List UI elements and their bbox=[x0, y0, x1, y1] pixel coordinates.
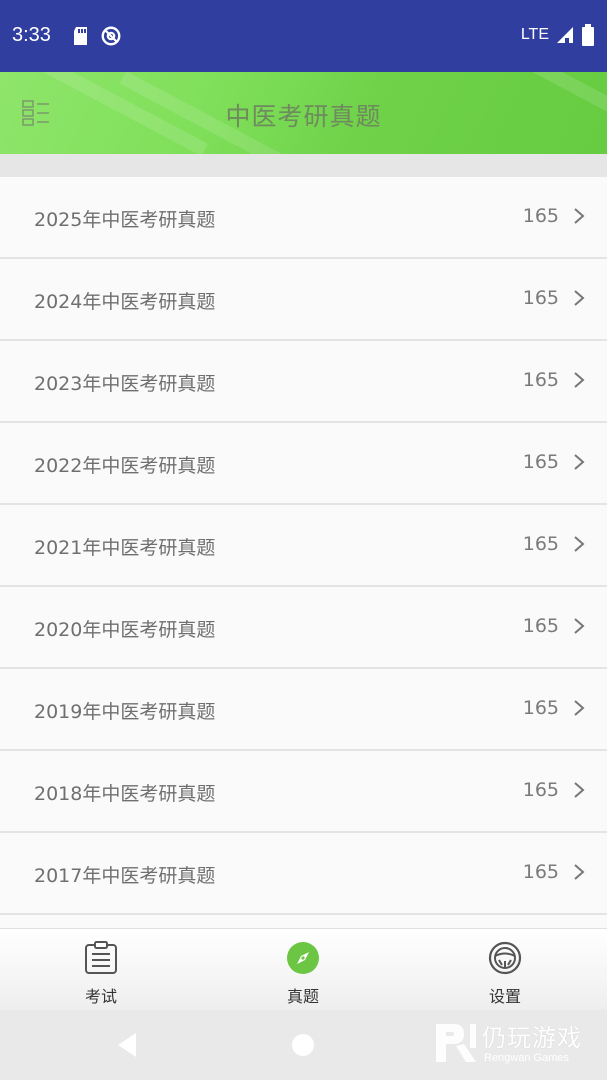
chevron-right-icon bbox=[574, 536, 585, 552]
list-item[interactable]: 2022年中医考研真题 165 bbox=[0, 423, 607, 505]
watermark-text: 仍玩游戏 bbox=[482, 1024, 582, 1052]
app-header: 中医考研真题 bbox=[0, 72, 607, 154]
question-count: 165 bbox=[522, 697, 559, 719]
list-item[interactable]: 2024年中医考研真题 165 bbox=[0, 259, 607, 341]
question-count: 165 bbox=[522, 861, 559, 883]
question-count: 165 bbox=[522, 369, 559, 391]
tab-past-papers[interactable]: 真题 bbox=[202, 929, 404, 1011]
list-item[interactable]: 2021年中医考研真题 165 bbox=[0, 505, 607, 587]
back-icon[interactable] bbox=[116, 1032, 138, 1058]
list-item[interactable]: 2020年中医考研真题 165 bbox=[0, 587, 607, 669]
signal-icon bbox=[557, 27, 573, 43]
item-title: 2024年中医考研真题 bbox=[34, 291, 216, 313]
tab-label: 考试 bbox=[84, 987, 117, 1006]
clipboard-icon bbox=[85, 941, 117, 974]
sync-icon bbox=[101, 26, 121, 46]
home-icon[interactable] bbox=[292, 1034, 314, 1056]
network-type: LTE bbox=[520, 26, 549, 43]
item-title: 2025年中医考研真题 bbox=[34, 209, 216, 231]
paper-list[interactable]: 2025年中医考研真题 165 2024年中医考研真题 165 2023年中医考研真题 1… bbox=[0, 177, 607, 928]
item-title: 2018年中医考研真题 bbox=[34, 783, 216, 805]
chevron-right-icon bbox=[574, 700, 585, 716]
tab-exam[interactable]: 考试 bbox=[0, 929, 202, 1011]
watermark: 仍玩游戏 Rengwan Games bbox=[432, 1014, 602, 1074]
tab-settings[interactable]: 设置 bbox=[404, 929, 606, 1011]
list-item[interactable]: 2018年中医考研真题 165 bbox=[0, 751, 607, 833]
question-count: 165 bbox=[522, 779, 559, 801]
question-count: 165 bbox=[522, 205, 559, 227]
tab-label: 真题 bbox=[286, 987, 319, 1006]
chevron-right-icon bbox=[574, 782, 585, 798]
chevron-right-icon bbox=[574, 290, 585, 306]
steering-wheel-icon bbox=[488, 941, 522, 975]
question-count: 165 bbox=[522, 533, 559, 555]
list-item[interactable]: 2025年中医考研真题 165 bbox=[0, 177, 607, 259]
list-top-spacer bbox=[0, 154, 607, 177]
item-title: 2020年中医考研真题 bbox=[34, 619, 216, 641]
list-item[interactable]: 2019年中医考研真题 165 bbox=[0, 669, 607, 751]
chevron-right-icon bbox=[574, 208, 585, 224]
status-indicators: LTE bbox=[521, 24, 595, 46]
question-count: 165 bbox=[522, 287, 559, 309]
chevron-right-icon bbox=[574, 372, 585, 388]
watermark-logo-icon bbox=[436, 1024, 476, 1062]
question-count: 165 bbox=[522, 451, 559, 473]
list-item[interactable]: 2017年中医考研真题 165 bbox=[0, 833, 607, 915]
status-bar: 3:33 LTE bbox=[0, 0, 607, 72]
item-title: 2023年中医考研真题 bbox=[34, 373, 216, 395]
compass-icon bbox=[287, 942, 319, 974]
page-title: 中医考研真题 bbox=[225, 102, 382, 131]
list-item[interactable]: 2023年中医考研真题 165 bbox=[0, 341, 607, 423]
item-title: 2019年中医考研真题 bbox=[34, 701, 216, 723]
status-time: 3:33 bbox=[12, 24, 51, 46]
item-title: 2021年中医考研真题 bbox=[34, 537, 216, 559]
item-title: 2022年中医考研真题 bbox=[34, 455, 216, 477]
tab-bar: 考试 真题 设置 bbox=[0, 928, 607, 1011]
chevron-right-icon bbox=[574, 864, 585, 880]
tab-label: 设置 bbox=[488, 987, 521, 1006]
sd-card-icon bbox=[74, 27, 87, 45]
chevron-right-icon bbox=[574, 454, 585, 470]
chevron-right-icon bbox=[574, 618, 585, 634]
question-count: 165 bbox=[522, 615, 559, 637]
item-title: 2017年中医考研真题 bbox=[34, 865, 216, 887]
system-nav-bar: 仍玩游戏 Rengwan Games bbox=[0, 1010, 607, 1080]
battery-icon bbox=[582, 24, 594, 46]
watermark-subtext: Rengwan Games bbox=[484, 1052, 569, 1064]
